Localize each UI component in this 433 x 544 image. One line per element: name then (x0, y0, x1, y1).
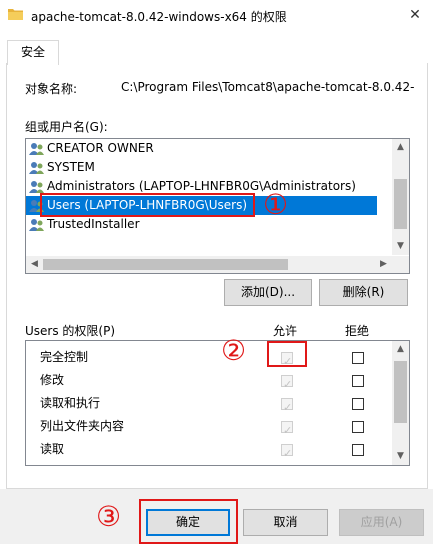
deny-checkbox[interactable] (352, 398, 364, 410)
permission-row: 修改 ✓ (26, 369, 392, 392)
remove-button[interactable]: 删除(R) (319, 279, 408, 306)
cancel-button[interactable]: 取消 (243, 509, 328, 536)
allow-checkbox[interactable]: ✓ (281, 375, 293, 391)
scrollbar-thumb[interactable] (394, 361, 407, 423)
object-name-value: C:\Program Files\Tomcat8\apache-tomcat-8… (121, 80, 415, 94)
scroll-down-icon[interactable]: ▼ (392, 238, 409, 255)
permission-row: 列出文件夹内容 ✓ (26, 415, 392, 438)
tab-security[interactable]: 安全 (7, 40, 59, 65)
close-icon: ✕ (409, 7, 421, 23)
permission-row: 完全控制 ✓ (26, 346, 392, 369)
list-item[interactable]: TrustedInstaller (26, 215, 140, 234)
allow-checkbox[interactable]: ✓ (281, 444, 293, 460)
scroll-left-icon[interactable]: ◀ (26, 256, 43, 273)
permissions-list: 完全控制 ✓ 修改 ✓ 读取和执行 ✓ 列出文件夹内容 ✓ 读取 ✓ ▲ ▼ (25, 340, 410, 466)
window-title: apache-tomcat-8.0.42-windows-x64 的权限 (31, 10, 287, 24)
apply-button[interactable]: 应用(A) (339, 509, 424, 536)
users-icon (29, 180, 44, 193)
permissions-label: Users 的权限(P) (25, 324, 116, 338)
permission-name: 完全控制 (40, 350, 89, 364)
deny-checkbox[interactable] (352, 444, 364, 456)
list-item[interactable]: SYSTEM (26, 158, 95, 177)
permission-row: 读取和执行 ✓ (26, 392, 392, 415)
permission-name: 修改 (40, 373, 65, 387)
groups-label: 组或用户名(G): (25, 120, 108, 134)
object-name-label: 对象名称: (25, 82, 78, 96)
scroll-down-icon[interactable]: ▼ (392, 448, 409, 465)
permission-name: 读取 (40, 442, 65, 456)
close-button[interactable]: ✕ (397, 0, 433, 30)
permission-name: 列出文件夹内容 (40, 419, 125, 433)
folder-icon (8, 9, 23, 20)
users-icon (29, 161, 44, 174)
allow-header: 允许 (273, 324, 298, 338)
vertical-scrollbar[interactable]: ▲ ▼ (392, 341, 409, 465)
horizontal-scrollbar[interactable]: ◀ ▶ (26, 256, 409, 273)
highlight-box-users (40, 193, 255, 217)
tab-label: 安全 (20, 45, 45, 59)
users-icon (29, 142, 44, 155)
annotation-marker-1: ① (263, 188, 289, 221)
permission-row: 读取 ✓ (26, 438, 392, 461)
deny-checkbox[interactable] (352, 352, 364, 364)
scrollbar-thumb[interactable] (43, 259, 288, 270)
vertical-scrollbar[interactable]: ▲ ▼ (392, 139, 409, 255)
scroll-right-icon[interactable]: ▶ (375, 256, 392, 273)
permission-name: 读取和执行 (40, 396, 101, 410)
list-item-label: TrustedInstaller (47, 217, 140, 231)
scrollbar-thumb[interactable] (394, 179, 407, 229)
add-button[interactable]: 添加(D)... (224, 279, 312, 306)
highlight-box-ok (139, 499, 238, 544)
allow-checkbox[interactable]: ✓ (281, 398, 293, 414)
highlight-box-full-control (267, 341, 307, 367)
annotation-marker-3: ③ (96, 500, 122, 533)
deny-checkbox[interactable] (352, 421, 364, 433)
scroll-up-icon[interactable]: ▲ (392, 341, 409, 358)
users-icon (29, 218, 44, 231)
annotation-marker-2: ② (221, 334, 247, 367)
list-item-label: CREATOR OWNER (47, 141, 154, 155)
title-bar: apache-tomcat-8.0.42-windows-x64 的权限 ✕ (0, 0, 433, 30)
list-item[interactable]: CREATOR OWNER (26, 139, 154, 158)
deny-checkbox[interactable] (352, 375, 364, 387)
scroll-up-icon[interactable]: ▲ (392, 139, 409, 156)
deny-header: 拒绝 (345, 324, 370, 338)
allow-checkbox[interactable]: ✓ (281, 421, 293, 437)
list-item-label: SYSTEM (47, 160, 95, 174)
